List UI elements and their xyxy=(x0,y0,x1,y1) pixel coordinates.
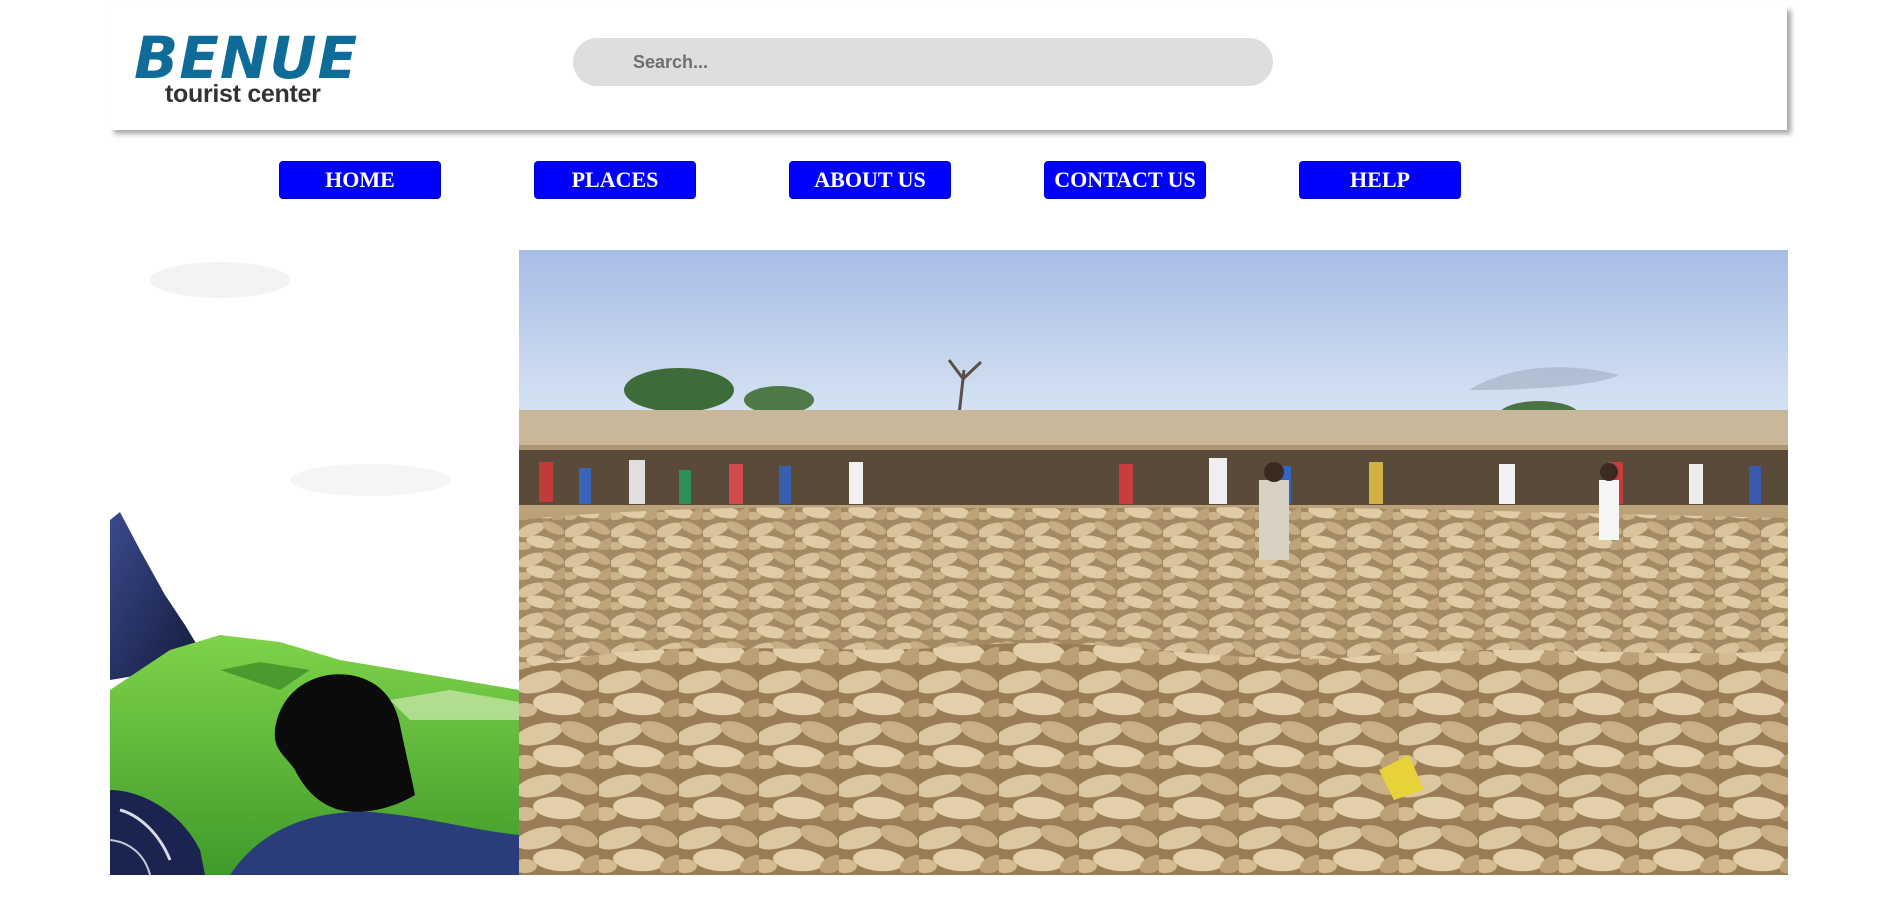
nav-help-button[interactable]: HELP xyxy=(1299,161,1461,199)
site-logo[interactable]: BENUE tourist center xyxy=(134,28,357,108)
main-nav: HOME PLACES ABOUT US CONTACT US HELP xyxy=(0,161,1901,201)
nav-about-us-button[interactable]: ABOUT US xyxy=(789,161,951,199)
site-header: BENUE tourist center xyxy=(110,6,1787,130)
nav-places-button[interactable]: PLACES xyxy=(534,161,696,199)
search-input[interactable] xyxy=(573,38,1273,86)
nav-contact-us-button[interactable]: CONTACT US xyxy=(1044,161,1206,199)
hero-image-yam-market xyxy=(519,250,1788,875)
yam-market-illustration xyxy=(519,250,1788,875)
logo-tagline: tourist center xyxy=(165,80,321,108)
logo-wordmark: BENUE xyxy=(134,24,359,92)
nav-home-button[interactable]: HOME xyxy=(279,161,441,199)
hiker-hill-illustration xyxy=(110,250,519,875)
hero-slideshow xyxy=(110,250,1788,875)
hero-image-hiker xyxy=(110,250,519,875)
